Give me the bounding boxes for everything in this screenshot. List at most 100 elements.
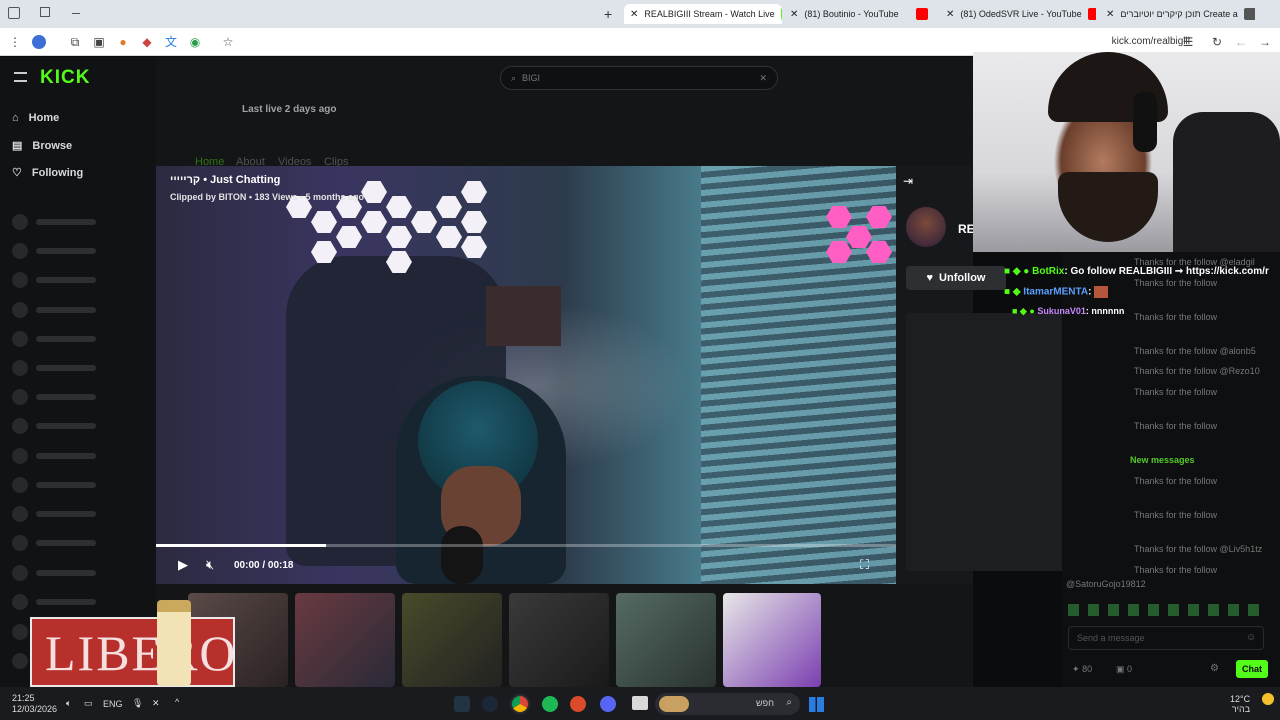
browse-icon: ▤: [12, 140, 23, 152]
kick-favicon-icon: [780, 8, 782, 20]
chat-message: ■ ◆ ItamarMENTA:: [1004, 286, 1109, 298]
muted-speaker-icon[interactable]: 🔇︎: [206, 557, 214, 573]
youtube-favicon-icon: [916, 8, 928, 20]
video-thumbnail[interactable]: [723, 593, 821, 687]
show-hidden-icons-icon[interactable]: ^: [175, 697, 179, 717]
weather-widget[interactable]: 12°C בהיר: [1230, 694, 1250, 714]
followed-channel[interactable]: [12, 535, 96, 551]
extension-icon[interactable]: ▣: [92, 35, 106, 49]
chat-line: Thanks for the follow @Rezo10: [1134, 366, 1260, 376]
nav-home[interactable]: ⌂ Home: [12, 112, 59, 124]
forward-arrow-icon[interactable]: →: [1258, 35, 1272, 49]
volume-icon[interactable]: 🔈︎: [66, 698, 71, 718]
chat-message: ■ ◆ ● SukunaV01: nnnnnn: [1012, 306, 1125, 316]
video-thumbnail[interactable]: [295, 593, 395, 687]
network-icon[interactable]: ▭: [84, 698, 93, 718]
followed-channel[interactable]: [12, 360, 96, 376]
discord-icon[interactable]: [600, 696, 616, 712]
close-icon[interactable]: ✕: [630, 9, 638, 20]
chat-mention: @SatoruGojo19812: [1066, 579, 1146, 589]
page-favicon-icon: [1243, 8, 1255, 20]
followed-channel[interactable]: [12, 506, 96, 522]
menu-dots-icon[interactable]: ⋮: [8, 35, 22, 49]
followed-channel[interactable]: [12, 331, 96, 347]
nav-browse[interactable]: ▤ Browse: [12, 139, 72, 153]
chat-send-button[interactable]: Chat: [1236, 660, 1268, 678]
followed-channel[interactable]: [12, 448, 96, 464]
tab-search-icon[interactable]: [40, 7, 50, 17]
followed-channel[interactable]: [12, 214, 96, 230]
unfollow-button[interactable]: ♥ Unfollow: [906, 266, 1006, 290]
webcam-headset: [1133, 92, 1157, 152]
tab-boutinio[interactable]: ✕ (81) Boutinio - YouTube: [784, 4, 934, 24]
followed-channel[interactable]: [12, 477, 96, 493]
channel-avatar[interactable]: [906, 207, 946, 247]
hamburger-menu-icon[interactable]: [14, 72, 27, 82]
points-icon: ✦: [1072, 664, 1080, 674]
extensions-icon[interactable]: ⧉: [68, 35, 82, 49]
followed-channel[interactable]: [12, 565, 96, 581]
chat-line: Thanks for the follow: [1134, 312, 1218, 322]
followed-channel[interactable]: [12, 243, 96, 259]
heart-icon: ♡: [12, 167, 22, 179]
search-highlight-icon: [659, 696, 689, 712]
video-thumbnail[interactable]: [616, 593, 716, 687]
reload-icon[interactable]: ↻: [1210, 35, 1224, 49]
taskbar-app-icon[interactable]: [570, 696, 586, 712]
file-explorer-icon[interactable]: [632, 696, 648, 710]
play-icon[interactable]: ▶: [178, 557, 188, 573]
emoji-icon[interactable]: ☺: [1246, 632, 1256, 643]
close-icon[interactable]: ✕: [790, 9, 798, 20]
close-icon[interactable]: ✕: [1106, 9, 1114, 20]
nav-following[interactable]: ♡ Following: [12, 166, 83, 180]
video-thumbnail[interactable]: [509, 593, 609, 687]
tab-odedsvr[interactable]: ✕ (81) OdedSVR Live - YouTube: [940, 4, 1096, 24]
microphone-icon[interactable]: 🎙︎: [132, 698, 143, 718]
clip-video-player[interactable]: [156, 166, 896, 584]
tab-create[interactable]: ✕ תוכן קיקרים יוטיוברים Create a: [1100, 4, 1255, 24]
collapse-panel-icon[interactable]: ⇥: [903, 174, 913, 188]
spotify-icon[interactable]: [542, 696, 558, 712]
extension-icon[interactable]: ◆: [140, 35, 154, 49]
webcam-beard: [1058, 172, 1158, 242]
chat-stat-b: ▣ 0: [1116, 664, 1133, 674]
video-progress-bar[interactable]: [156, 544, 896, 547]
window-menu-icon[interactable]: [8, 7, 20, 19]
new-messages-divider[interactable]: New messages: [1130, 455, 1195, 465]
new-tab-button[interactable]: +: [604, 6, 612, 22]
followed-channel[interactable]: [12, 594, 96, 610]
extension-icon[interactable]: ●: [116, 35, 130, 49]
back-arrow-icon[interactable]: ←: [1234, 35, 1248, 49]
minimize-icon[interactable]: [72, 13, 80, 14]
url-text[interactable]: kick.com/realbigiii: [1112, 36, 1190, 47]
fullscreen-icon[interactable]: ⛶: [860, 557, 869, 573]
followed-channel[interactable]: [12, 418, 96, 434]
bookmark-star-icon[interactable]: ☆: [221, 35, 235, 49]
search-input[interactable]: ⌕ BIGI ✕: [500, 66, 778, 90]
tab-realbigiii[interactable]: ✕ REALBIGIII Stream - Watch Live: [624, 4, 782, 24]
close-icon[interactable]: ✕: [946, 9, 954, 20]
profile-icon[interactable]: [32, 35, 46, 49]
translate-icon[interactable]: 文: [164, 35, 178, 49]
wifi-off-icon[interactable]: ✕: [152, 698, 160, 718]
extension-icon[interactable]: ◉: [188, 35, 202, 49]
followed-channel[interactable]: [12, 389, 96, 405]
chat-message: ■ ◆ ● BotRix: Go follow REALBIGIII ➞ htt…: [1004, 266, 1269, 277]
taskbar-app-icon[interactable]: [454, 696, 470, 712]
taskbar-search[interactable]: חפש ⌕: [655, 693, 800, 715]
taskbar-clock[interactable]: 21:25 12/03/2026: [12, 693, 57, 714]
video-time: 00:00 / 00:18: [234, 560, 294, 571]
windows-start-icon[interactable]: [809, 697, 824, 712]
chrome-icon[interactable]: [510, 694, 530, 714]
followed-channel[interactable]: [12, 302, 96, 318]
followed-channel[interactable]: [12, 272, 96, 288]
chat-settings-icon[interactable]: ⚙: [1210, 663, 1219, 674]
video-thumbnail[interactable]: [402, 593, 502, 687]
language-indicator[interactable]: ENG: [103, 699, 123, 719]
chat-message-input[interactable]: Send a message: [1068, 626, 1264, 650]
heart-icon: ♥: [926, 272, 934, 284]
clear-search-icon[interactable]: ✕: [759, 73, 767, 84]
site-settings-icon[interactable]: ☰: [1181, 35, 1195, 49]
steam-icon[interactable]: [482, 696, 498, 712]
kick-logo[interactable]: KICK: [40, 67, 90, 89]
